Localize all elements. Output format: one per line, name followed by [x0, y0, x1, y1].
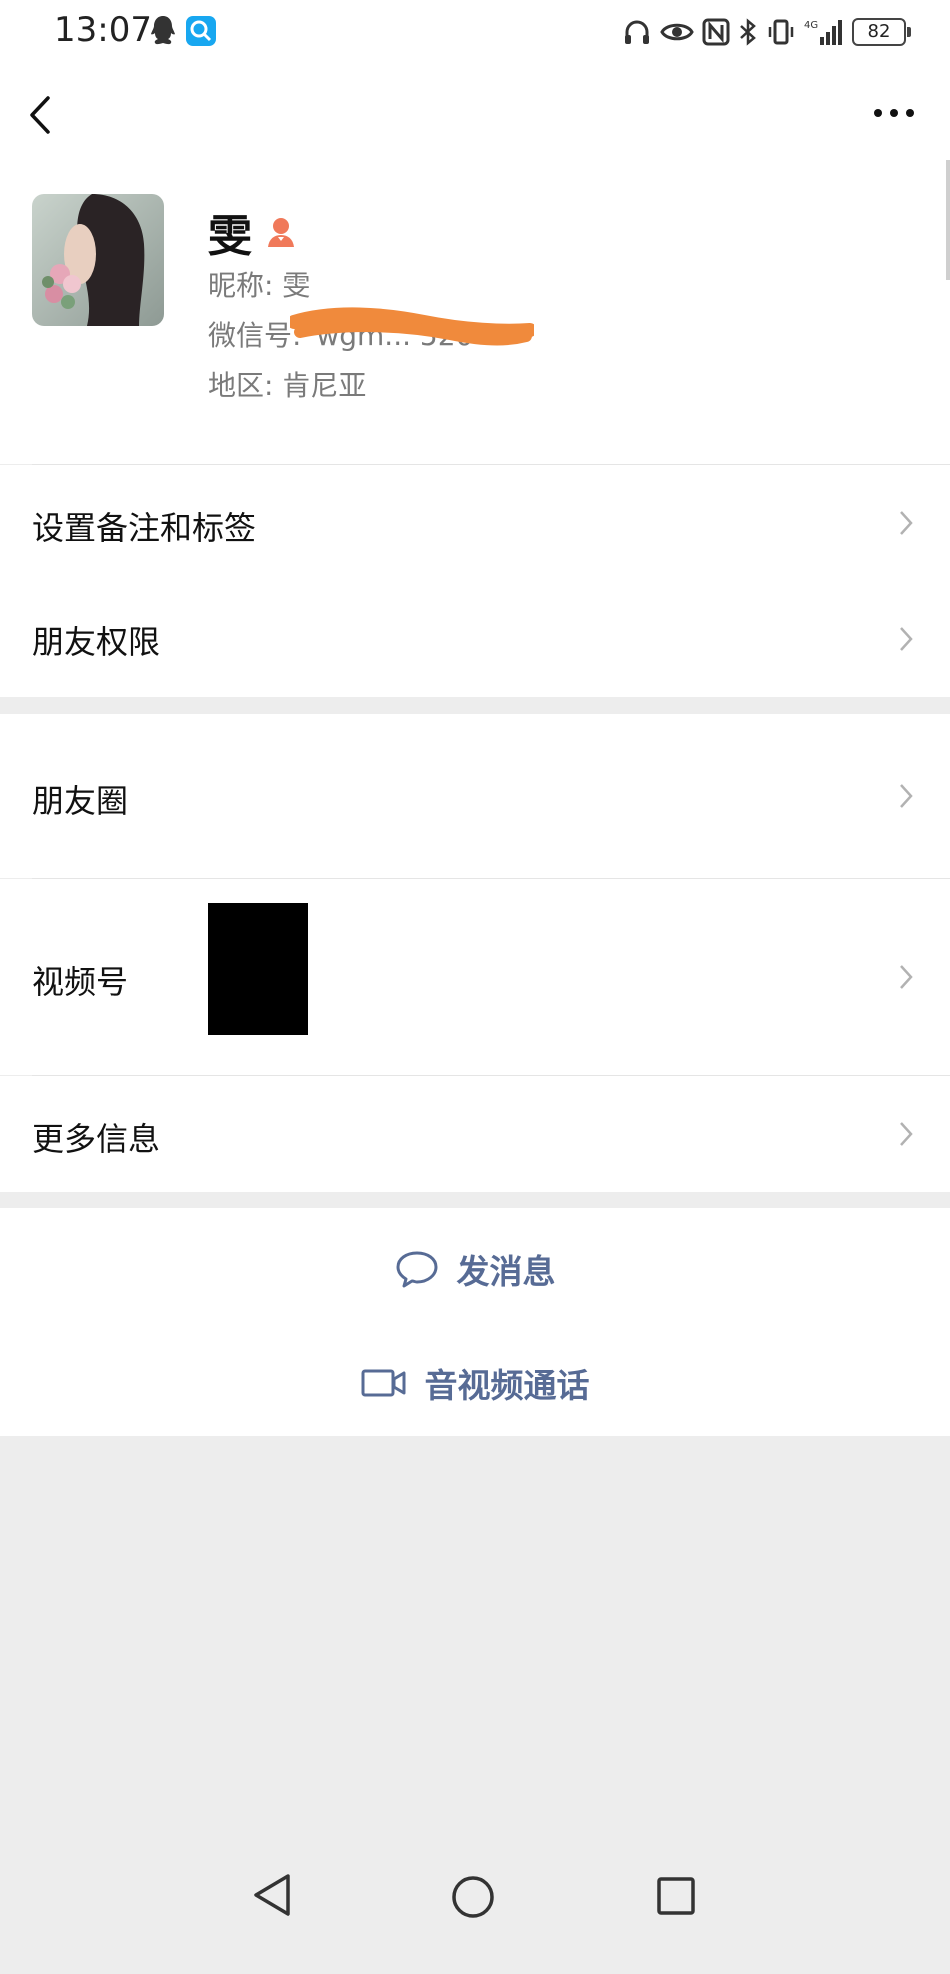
- menu-item-more-info[interactable]: 更多信息: [0, 1076, 950, 1192]
- signal-icon: 4G: [804, 20, 842, 45]
- redaction-scribble: [290, 307, 534, 346]
- avatar[interactable]: [32, 194, 164, 326]
- action-panel: 发消息 音视频通话: [0, 1208, 950, 1436]
- profile-name: 雯: [208, 211, 252, 262]
- send-message-label: 发消息: [456, 1252, 556, 1291]
- nav-bar: [0, 64, 950, 164]
- nfc-icon: [702, 18, 730, 46]
- video-camera-icon: [361, 1369, 405, 1397]
- status-time: 13:07: [54, 10, 152, 50]
- battery-indicator: 82: [852, 18, 911, 46]
- profile-header: 雯 昵称: 雯 微信号: wgm... 520 地区: 肯尼亚: [0, 164, 950, 464]
- chevron-right-icon: [900, 511, 913, 535]
- menu-item-channels[interactable]: 视频号: [0, 879, 950, 1075]
- bluetooth-icon: [740, 18, 756, 46]
- chevron-right-icon: [900, 784, 913, 808]
- menu-item-label: 视频号: [32, 963, 129, 1001]
- chevron-right-icon: [900, 965, 913, 989]
- eye-icon: [660, 23, 694, 41]
- system-nav-bar: [0, 1870, 950, 1974]
- menu-item-moments[interactable]: 朋友圈: [0, 714, 950, 878]
- more-icon[interactable]: [870, 98, 918, 128]
- nickname-line: 昵称: 雯: [208, 269, 311, 302]
- headphones-icon: [625, 20, 649, 44]
- svg-text:4G: 4G: [804, 20, 818, 31]
- scrollbar[interactable]: [946, 160, 950, 280]
- status-icons: 4G 82: [622, 14, 911, 50]
- wechat-id-label: 微信号:: [208, 319, 302, 352]
- nav-home-icon[interactable]: [450, 1874, 496, 1920]
- chat-bubble-icon: [396, 1251, 437, 1288]
- status-bar: 13:07 4G 82: [0, 0, 950, 64]
- nav-recents-icon[interactable]: [656, 1876, 696, 1916]
- chevron-right-icon: [900, 1122, 913, 1146]
- menu-item-label: 设置备注和标签: [32, 509, 257, 547]
- name-row: 雯: [208, 200, 298, 264]
- send-message-button[interactable]: 发消息: [0, 1244, 950, 1294]
- back-icon[interactable]: [22, 90, 62, 140]
- menu-item-remark-tags[interactable]: 设置备注和标签: [0, 465, 950, 581]
- region-line: 地区: 肯尼亚: [208, 369, 367, 402]
- redaction-box: [208, 903, 308, 1035]
- video-call-label: 音视频通话: [424, 1366, 590, 1405]
- vibrate-icon: [768, 19, 794, 45]
- nav-back-icon[interactable]: [248, 1870, 296, 1920]
- female-icon: [268, 218, 294, 247]
- menu-item-label: 更多信息: [32, 1120, 161, 1158]
- menu-item-label: 朋友圈: [32, 782, 129, 820]
- qq-icon: [151, 16, 175, 45]
- chevron-right-icon: [900, 627, 913, 651]
- video-call-button[interactable]: 音视频通话: [0, 1358, 950, 1408]
- menu-item-label: 朋友权限: [32, 623, 161, 661]
- menu-item-friend-permissions[interactable]: 朋友权限: [0, 581, 950, 697]
- search-app-icon: [186, 16, 216, 46]
